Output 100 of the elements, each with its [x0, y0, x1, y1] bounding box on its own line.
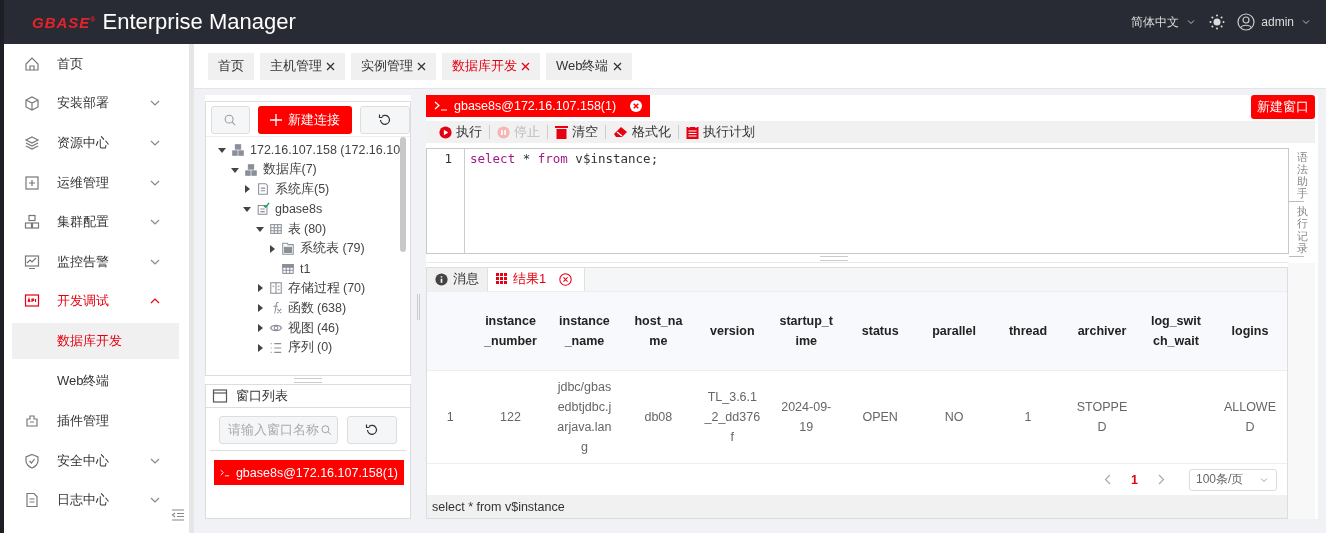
toolbar-button[interactable]: 清空	[548, 123, 605, 141]
table-cell: db08	[621, 370, 696, 464]
sun-icon[interactable]	[1209, 14, 1226, 30]
cluster-icon	[24, 214, 40, 231]
caret-right-icon[interactable]	[243, 185, 251, 194]
page-number[interactable]: 1	[1125, 471, 1144, 488]
nav-item[interactable]: 日志中心	[4, 480, 189, 520]
nav-item[interactable]: 首页	[4, 44, 189, 84]
nav-item[interactable]: 集群配置	[4, 202, 189, 242]
caret-right-icon[interactable]	[255, 324, 264, 333]
pause-icon	[497, 125, 510, 139]
sysdb-icon	[256, 182, 270, 197]
user-menu[interactable]: admin	[1237, 13, 1312, 31]
server-icon	[231, 142, 245, 157]
nav-item[interactable]: 开发调试	[4, 281, 189, 322]
nav-item[interactable]: 资源中心	[4, 123, 189, 163]
api-icon	[24, 293, 40, 310]
refresh-button[interactable]	[360, 106, 410, 134]
new-connection-button[interactable]: 新建连接	[257, 106, 352, 134]
row-number: 1	[427, 370, 474, 464]
dbgroup-icon	[243, 162, 258, 177]
caret-down-icon[interactable]	[255, 225, 264, 234]
caret-down-icon[interactable]	[218, 145, 226, 154]
result-tab[interactable]: 消息	[427, 268, 488, 291]
trash-icon	[555, 125, 568, 139]
nav-item[interactable]: 插件管理	[4, 401, 189, 441]
tree-item[interactable]: t1	[300, 261, 311, 276]
caret-down-icon[interactable]	[230, 165, 239, 174]
layers-icon	[24, 135, 40, 151]
column-header: startup_time	[769, 291, 844, 371]
table-cell: jdbc/gbasedbtjdbc.jarjava.lang	[547, 370, 622, 464]
new-window-button[interactable]: 新建窗口	[1251, 95, 1315, 119]
caret-right-icon[interactable]	[255, 304, 264, 313]
db-icon	[256, 202, 270, 217]
info-icon	[435, 272, 448, 286]
page-size-select[interactable]: 100条/页	[1189, 468, 1277, 491]
table-icon	[281, 261, 295, 276]
nav-item[interactable]: 监控告警	[4, 241, 189, 282]
column-header: thread	[991, 291, 1066, 371]
box-icon	[24, 95, 40, 112]
shield-icon	[24, 452, 40, 469]
close-icon[interactable]	[417, 61, 426, 71]
tree-item[interactable]: 系统表 (79)	[300, 240, 365, 258]
page-tab[interactable]: 主机管理	[260, 52, 345, 80]
caret-right-icon[interactable]	[268, 244, 276, 253]
page-tab[interactable]: 实例管理	[351, 52, 436, 80]
column-header: status	[843, 291, 918, 371]
table-cell: STOPPED	[1065, 370, 1139, 464]
nav-subitem[interactable]: 数据库开发	[12, 323, 179, 360]
column-header: host_name	[621, 291, 696, 371]
collapse-menu-icon[interactable]	[171, 509, 185, 521]
close-icon[interactable]	[559, 272, 573, 286]
code-editor[interactable]: 1 select * from v$instance;	[426, 148, 1289, 254]
refresh-button[interactable]	[347, 416, 397, 444]
toolbar-button[interactable]: 执行	[432, 123, 489, 141]
tree-item[interactable]: 函数 (638)	[287, 299, 347, 317]
app-title: Enterprise Manager	[102, 9, 296, 35]
table-cell: NO	[917, 370, 992, 464]
column-header: version	[695, 291, 770, 371]
table-cell: ALLOWED	[1212, 370, 1287, 464]
result-tab[interactable]: 结果1	[488, 268, 586, 291]
play-icon	[439, 125, 452, 139]
tree-item[interactable]: 视图 (46)	[287, 319, 340, 337]
tree-item[interactable]: 序列 (0)	[287, 339, 333, 357]
close-icon[interactable]	[326, 61, 335, 71]
panel-title: 窗口列表	[236, 387, 288, 405]
editor-tab[interactable]: gbase8s@172.16.107.158(1)	[426, 95, 651, 117]
toolbar-button[interactable]: 执行计划	[679, 123, 762, 141]
systable-icon	[281, 241, 295, 256]
table-cell: 2024-09-19	[769, 370, 844, 464]
tree-item[interactable]: 172.16.107.158 (172.16.10	[250, 142, 401, 157]
column-header: logins	[1212, 291, 1287, 371]
nav-item[interactable]: 运维管理	[4, 162, 189, 203]
search-icon	[319, 423, 332, 437]
status-bar: select * from v$instance	[427, 495, 1287, 518]
page-tab[interactable]: 首页	[208, 52, 254, 80]
nav-item[interactable]: 安装部署	[4, 83, 189, 124]
tree-item[interactable]: 系统库(5)	[275, 181, 330, 198]
procedure-icon	[268, 281, 283, 296]
code-line: select * from v$instance;	[469, 150, 659, 166]
tree-item[interactable]: 存储过程 (70)	[287, 279, 366, 297]
calendar-icon	[686, 125, 699, 139]
caret-down-icon[interactable]	[243, 205, 251, 214]
search-field[interactable]: 请输入窗口名称	[219, 416, 338, 444]
nav-item[interactable]: 安全中心	[4, 440, 189, 481]
window-item[interactable]: gbase8s@172.16.107.158(1)	[214, 460, 404, 485]
caret-right-icon[interactable]	[255, 284, 264, 293]
tree-item[interactable]: gbase8s	[275, 202, 323, 217]
page-tab[interactable]: Web终端	[546, 52, 632, 80]
language-selector[interactable]: 简体中文	[1131, 13, 1198, 31]
close-icon[interactable]	[612, 61, 622, 71]
terminal-icon	[220, 467, 230, 478]
caret-right-icon[interactable]	[255, 343, 264, 352]
terminal-icon	[434, 101, 448, 111]
nav-subitem[interactable]: Web终端	[12, 363, 179, 400]
toolbar-button[interactable]: 格式化	[606, 123, 678, 141]
tree-item[interactable]: 数据库(7)	[262, 161, 317, 179]
tree-item[interactable]: 表 (80)	[287, 220, 327, 238]
page-tab[interactable]: 数据库开发	[442, 52, 540, 80]
column-header: archiver	[1065, 291, 1139, 371]
